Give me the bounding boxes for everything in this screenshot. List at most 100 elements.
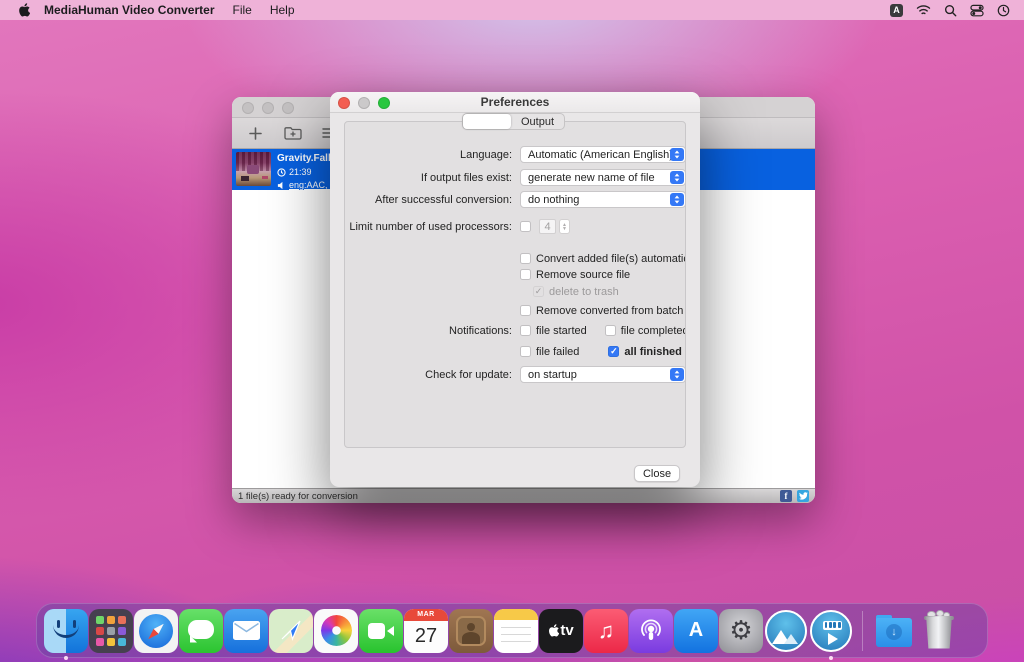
status-bar: 1 file(s) ready for conversion f <box>232 488 815 503</box>
apple-menu-icon[interactable] <box>18 3 30 17</box>
dock-appstore-icon[interactable]: A <box>674 609 718 653</box>
add-folder-button[interactable] <box>280 123 306 143</box>
dock-finder-icon[interactable] <box>44 609 88 653</box>
output-exist-label: If output files exist: <box>345 172 512 184</box>
menu-help[interactable]: Help <box>270 3 295 17</box>
audio-icon <box>277 181 286 190</box>
dock-photos-icon[interactable] <box>314 609 358 653</box>
facebook-icon[interactable]: f <box>780 490 792 502</box>
chevron-updown-icon <box>670 171 684 184</box>
add-file-button[interactable] <box>242 123 268 143</box>
calendar-day: 27 <box>404 621 448 653</box>
check-update-value: on startup <box>528 369 577 381</box>
file-duration: 21:39 <box>289 168 312 177</box>
convert-auto-checkbox[interactable] <box>520 253 531 264</box>
preferences-dialog: Preferences Output Language: Automatic (… <box>330 92 700 487</box>
dock-tv-icon[interactable]: tv <box>539 609 583 653</box>
dock-facetime-icon[interactable] <box>359 609 403 653</box>
chevron-updown-icon <box>670 193 684 206</box>
file-started-checkbox[interactable] <box>520 325 531 336</box>
processors-stepper[interactable]: ▲▼ <box>559 219 570 234</box>
dock-launchpad-icon[interactable] <box>89 609 133 653</box>
dock: MAR 27 tv ♫ A <box>36 603 988 658</box>
calendar-month: MAR <box>404 609 448 621</box>
language-select[interactable]: Automatic (American English) <box>520 146 686 163</box>
after-conversion-value: do nothing <box>528 194 579 206</box>
menu-bar: MediaHuman Video Converter File Help A <box>0 0 1024 20</box>
zoom-window-button[interactable] <box>282 102 294 114</box>
output-exist-select[interactable]: generate new name of file <box>520 169 686 186</box>
dock-downloads-icon[interactable]: ↓ <box>872 609 916 653</box>
language-value: Automatic (American English) <box>528 149 673 161</box>
tab-output[interactable]: Output <box>511 114 564 129</box>
running-indicator <box>829 656 833 660</box>
running-indicator <box>64 656 68 660</box>
after-conversion-label: After successful conversion: <box>345 194 512 206</box>
spotlight-search-icon[interactable] <box>944 4 957 17</box>
appstore-letter: A <box>689 619 703 642</box>
minimize-window-button[interactable] <box>262 102 274 114</box>
dock-contacts-icon[interactable] <box>449 609 493 653</box>
tv-label: tv <box>560 622 573 639</box>
desktop: MediaHuman Video Converter File Help A <box>0 0 1024 662</box>
dock-messages-icon[interactable] <box>179 609 223 653</box>
dock-podcasts-icon[interactable] <box>629 609 673 653</box>
remove-batch-label: Remove converted from batch <box>536 305 683 317</box>
chevron-updown-icon <box>670 148 684 161</box>
dock-safari-icon[interactable] <box>134 609 178 653</box>
menu-app-name[interactable]: MediaHuman Video Converter <box>44 3 214 17</box>
minimize-dialog-button[interactable] <box>358 97 370 109</box>
language-label: Language: <box>345 149 512 161</box>
dock-separator <box>862 611 863 651</box>
all-finished-label: all finished <box>624 346 681 358</box>
remove-source-label: Remove source file <box>536 269 630 281</box>
check-update-select[interactable]: on startup <box>520 366 686 383</box>
check-update-label: Check for update: <box>345 369 512 381</box>
close-window-button[interactable] <box>242 102 254 114</box>
dock-calendar-icon[interactable]: MAR 27 <box>404 609 448 653</box>
twitter-icon[interactable] <box>797 490 809 502</box>
delete-to-trash-label: delete to trash <box>549 286 619 298</box>
output-exist-value: generate new name of file <box>528 172 655 184</box>
dock-notes-icon[interactable] <box>494 609 538 653</box>
tab-general[interactable] <box>463 114 511 129</box>
delete-to-trash-checkbox <box>533 286 544 297</box>
dock-music-icon[interactable]: ♫ <box>584 609 628 653</box>
remove-source-checkbox[interactable] <box>520 269 531 280</box>
clock-icon[interactable] <box>997 4 1010 17</box>
file-completed-label: file completed <box>621 325 686 337</box>
chevron-updown-icon <box>670 368 684 381</box>
file-completed-checkbox[interactable] <box>605 325 616 336</box>
remove-batch-checkbox[interactable] <box>520 305 531 316</box>
limit-processors-label: Limit number of used processors: <box>345 221 512 233</box>
notifications-label: Notifications: <box>345 325 512 337</box>
preferences-group-box: Language: Automatic (American English) I… <box>344 121 686 448</box>
preferences-tabs: Output <box>462 113 565 130</box>
status-text: 1 file(s) ready for conversion <box>238 491 358 502</box>
dock-mail-icon[interactable] <box>224 609 268 653</box>
dock-maps-icon[interactable] <box>269 609 313 653</box>
wifi-icon[interactable] <box>916 4 931 16</box>
limit-processors-checkbox[interactable] <box>520 221 531 232</box>
file-failed-checkbox[interactable] <box>520 346 531 357</box>
close-button[interactable]: Close <box>634 465 680 482</box>
dialog-title: Preferences <box>481 95 550 109</box>
convert-auto-label: Convert added file(s) automatically <box>536 253 686 265</box>
file-started-label: file started <box>536 325 587 337</box>
duration-icon <box>277 168 286 177</box>
input-source-icon[interactable]: A <box>890 4 903 17</box>
control-center-icon[interactable] <box>970 4 984 17</box>
dock-video-converter-icon[interactable] <box>809 609 853 653</box>
dock-system-preferences-icon[interactable]: ⚙ <box>719 609 763 653</box>
dock-mediahuman-icon[interactable] <box>764 609 808 653</box>
menu-file[interactable]: File <box>232 3 251 17</box>
after-conversion-select[interactable]: do nothing <box>520 191 686 208</box>
close-dialog-button[interactable] <box>338 97 350 109</box>
preferences-titlebar[interactable]: Preferences <box>330 92 700 113</box>
file-failed-label: file failed <box>536 346 579 358</box>
video-thumbnail <box>236 152 271 186</box>
dock-trash-icon[interactable] <box>917 609 961 653</box>
all-finished-checkbox[interactable] <box>608 346 619 357</box>
processors-count-field[interactable]: 4 <box>539 219 556 234</box>
zoom-dialog-button[interactable] <box>378 97 390 109</box>
